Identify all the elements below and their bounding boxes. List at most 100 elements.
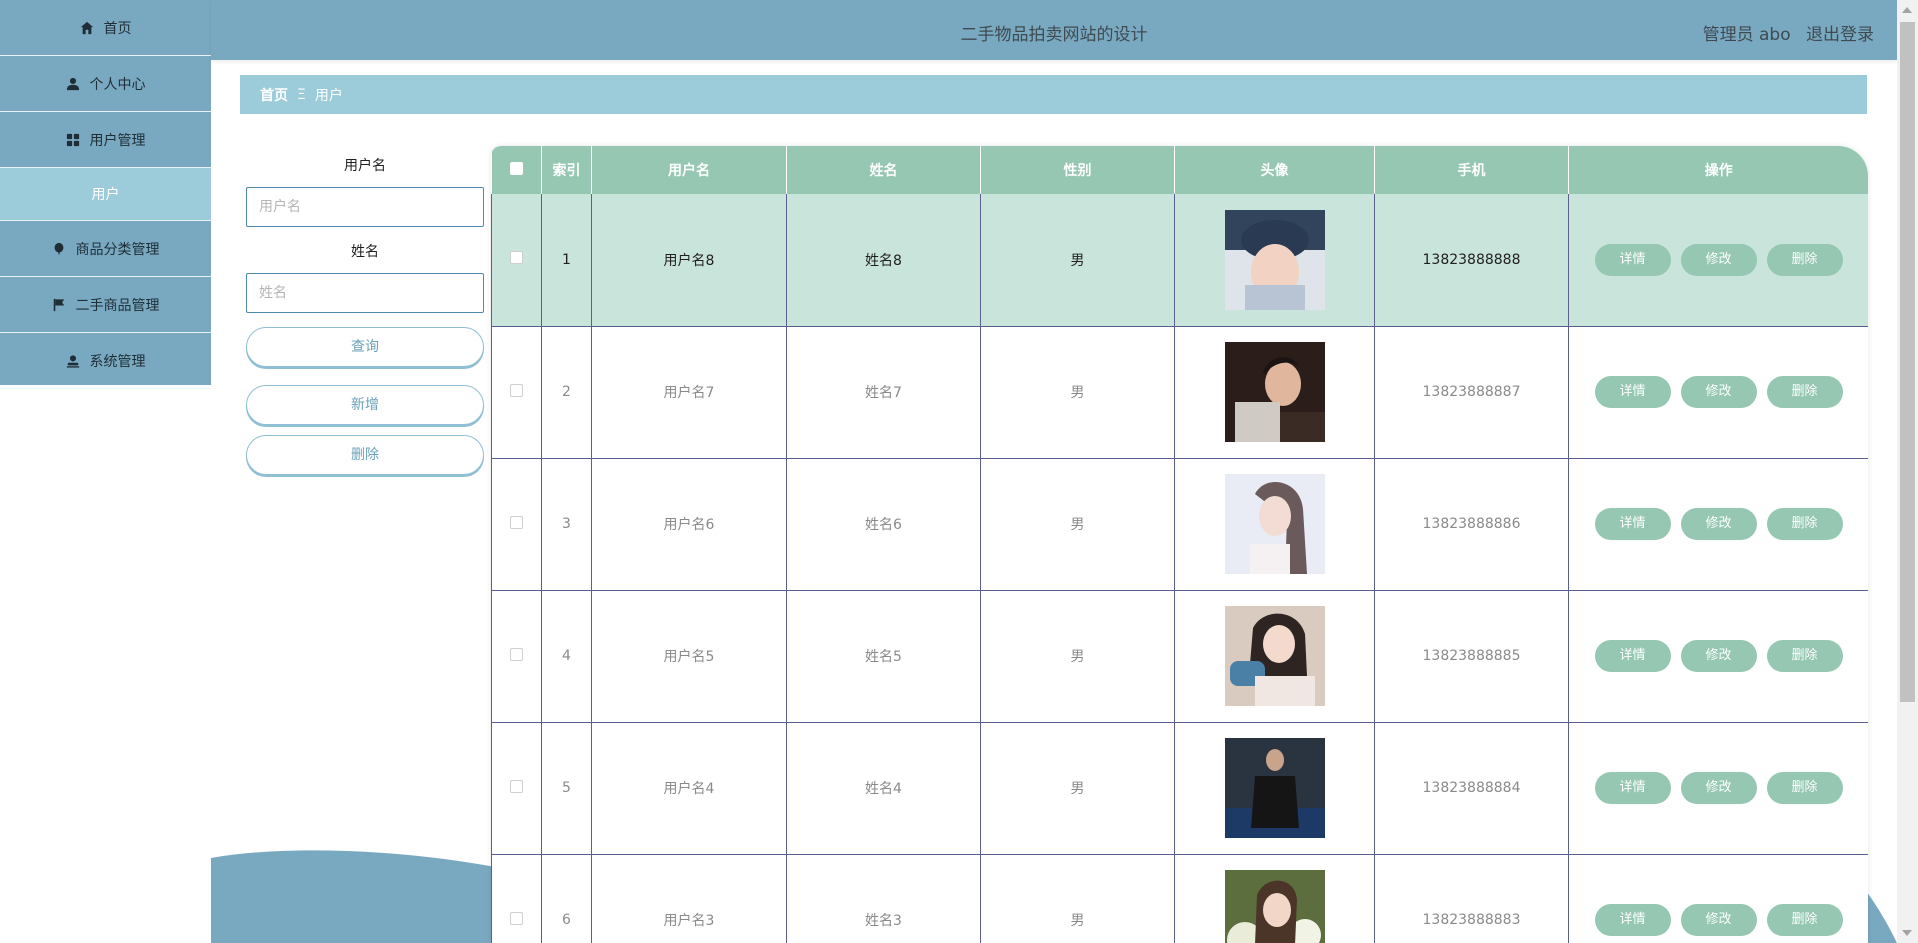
row-checkbox-cell[interactable] xyxy=(491,458,542,591)
edit-button[interactable]: 修改 xyxy=(1680,508,1757,540)
row-checkbox[interactable] xyxy=(510,647,523,661)
edit-button[interactable]: 修改 xyxy=(1680,904,1757,936)
table-row[interactable]: 3 用户名6 姓名6 男 13823888886 详情 修改 删除 xyxy=(491,458,1868,591)
avatar-cell xyxy=(1174,722,1375,855)
detail-button[interactable]: 详情 xyxy=(1594,640,1671,672)
name-cell: 姓名3 xyxy=(786,854,981,943)
gender-cell: 男 xyxy=(980,458,1175,591)
edit-button[interactable]: 修改 xyxy=(1680,376,1757,408)
row-delete-button[interactable]: 删除 xyxy=(1766,243,1843,276)
row-checkbox[interactable] xyxy=(510,383,523,397)
table-row[interactable]: 6 用户名3 姓名3 男 13823888883 详情 修改 删除 xyxy=(491,854,1868,943)
delete-button[interactable]: 删除 xyxy=(246,435,484,475)
username-cell: 用户名3 xyxy=(591,854,787,943)
breadcrumb-home[interactable]: 首页 xyxy=(260,85,288,105)
table-row[interactable]: 4 用户名5 姓名5 男 13823888885 详情 修改 删除 xyxy=(491,590,1868,723)
top-header: 二手物品拍卖网站的设计 管理员 abo 退出登录 xyxy=(211,0,1897,60)
edit-button[interactable]: 修改 xyxy=(1680,640,1757,672)
row-checkbox-cell[interactable] xyxy=(491,854,542,943)
user-table-container: 索引 用户名 姓名 性别 头像 手机 操作 1 用户名8 姓名8 男 13823… xyxy=(491,146,1868,943)
edit-button[interactable]: 修改 xyxy=(1680,772,1757,804)
row-delete-button[interactable]: 删除 xyxy=(1766,772,1843,804)
person-icon xyxy=(66,354,79,368)
name-cell: 姓名4 xyxy=(786,722,981,855)
row-checkbox[interactable] xyxy=(510,515,523,529)
select-all-cell[interactable] xyxy=(491,146,542,194)
column-header: 性别 xyxy=(980,146,1175,194)
name-cell: 姓名7 xyxy=(786,326,981,459)
row-checkbox-cell[interactable] xyxy=(491,590,542,723)
row-delete-button[interactable]: 删除 xyxy=(1766,640,1843,672)
flag-icon xyxy=(53,298,64,311)
sidebar-item-personal-center[interactable]: 个人中心 xyxy=(0,56,211,112)
row-checkbox[interactable] xyxy=(510,251,523,265)
logout-link[interactable]: 退出登录 xyxy=(1806,25,1874,45)
sidebar-subitem-users[interactable]: 用户 xyxy=(0,168,211,221)
username-cell: 用户名8 xyxy=(591,194,787,327)
add-button[interactable]: 新增 xyxy=(246,385,484,425)
name-input[interactable] xyxy=(246,273,484,313)
detail-button[interactable]: 详情 xyxy=(1594,376,1671,408)
index-cell: 6 xyxy=(541,854,592,943)
scroll-up-arrow-icon[interactable] xyxy=(1902,7,1912,13)
avatar-cell xyxy=(1174,194,1375,327)
row-delete-button[interactable]: 删除 xyxy=(1766,508,1843,540)
username-input[interactable] xyxy=(246,187,484,227)
sidebar-item-label: 首页 xyxy=(103,20,132,37)
avatar-image xyxy=(1224,474,1325,574)
sidebar-item-system-management[interactable]: 系统管理 xyxy=(0,333,211,389)
scroll-thumb[interactable] xyxy=(1900,22,1915,702)
column-header: 手机 xyxy=(1374,146,1569,194)
avatar-cell xyxy=(1174,458,1375,591)
actions-cell: 详情 修改 删除 xyxy=(1568,722,1868,855)
sidebar-item-category-management[interactable]: 商品分类管理 xyxy=(0,221,211,277)
user-area: 管理员 abo 退出登录 xyxy=(1693,20,1874,45)
name-label: 姓名 xyxy=(351,244,379,260)
sidebar-item-user-management[interactable]: 用户管理 xyxy=(0,112,211,168)
edit-button[interactable]: 修改 xyxy=(1680,243,1757,276)
sidebar-item-label: 商品分类管理 xyxy=(75,241,160,258)
breadcrumb-separator: Ξ xyxy=(297,86,306,103)
column-header: 索引 xyxy=(541,146,592,194)
column-header: 操作 xyxy=(1704,163,1733,179)
username-cell: 用户名6 xyxy=(591,458,787,591)
row-checkbox-cell[interactable] xyxy=(491,722,542,855)
row-delete-button[interactable]: 删除 xyxy=(1766,904,1843,936)
actions-cell: 详情 修改 删除 xyxy=(1568,854,1868,943)
row-checkbox-cell[interactable] xyxy=(491,194,542,327)
detail-button[interactable]: 详情 xyxy=(1594,904,1671,936)
breadcrumb-current: 用户 xyxy=(314,87,343,104)
sidebar-item-label: 二手商品管理 xyxy=(75,297,160,314)
table-row[interactable]: 1 用户名8 姓名8 男 13823888888 详情 修改 删除 xyxy=(491,194,1868,327)
sidebar-item-home[interactable]: 首页 xyxy=(0,0,211,56)
table-row[interactable]: 2 用户名7 姓名7 男 13823888887 详情 修改 删除 xyxy=(491,326,1868,459)
site-title: 二手物品拍卖网站的设计 xyxy=(960,25,1148,45)
gender-cell: 男 xyxy=(980,854,1175,943)
home-icon xyxy=(80,21,93,34)
sidebar-item-goods-management[interactable]: 二手商品管理 xyxy=(0,277,211,333)
row-checkbox[interactable] xyxy=(510,911,523,925)
detail-button[interactable]: 详情 xyxy=(1594,243,1671,276)
row-checkbox[interactable] xyxy=(510,779,523,793)
detail-button[interactable]: 详情 xyxy=(1594,508,1671,540)
avatar-image xyxy=(1224,870,1325,943)
sidebar-item-label: 用户管理 xyxy=(89,132,146,149)
gender-cell: 男 xyxy=(980,722,1175,855)
actions-cell: 详情 修改 删除 xyxy=(1568,590,1868,723)
name-cell: 姓名5 xyxy=(786,590,981,723)
select-all-checkbox[interactable] xyxy=(509,161,523,175)
column-header: 头像 xyxy=(1174,146,1375,194)
page-scrollbar[interactable] xyxy=(1897,0,1918,943)
detail-button[interactable]: 详情 xyxy=(1594,772,1671,804)
avatar-cell xyxy=(1174,326,1375,459)
row-delete-button[interactable]: 删除 xyxy=(1766,376,1843,408)
phone-cell: 13823888886 xyxy=(1374,458,1569,591)
actions-cell: 详情 修改 删除 xyxy=(1568,458,1868,591)
table-row[interactable]: 5 用户名4 姓名4 男 13823888884 详情 修改 删除 xyxy=(491,722,1868,855)
query-button[interactable]: 查询 xyxy=(246,327,484,367)
avatar-cell xyxy=(1174,854,1375,943)
scroll-down-arrow-icon[interactable] xyxy=(1902,930,1912,936)
phone-cell: 13823888887 xyxy=(1374,326,1569,459)
column-header: 用户名 xyxy=(591,146,787,194)
row-checkbox-cell[interactable] xyxy=(491,326,542,459)
